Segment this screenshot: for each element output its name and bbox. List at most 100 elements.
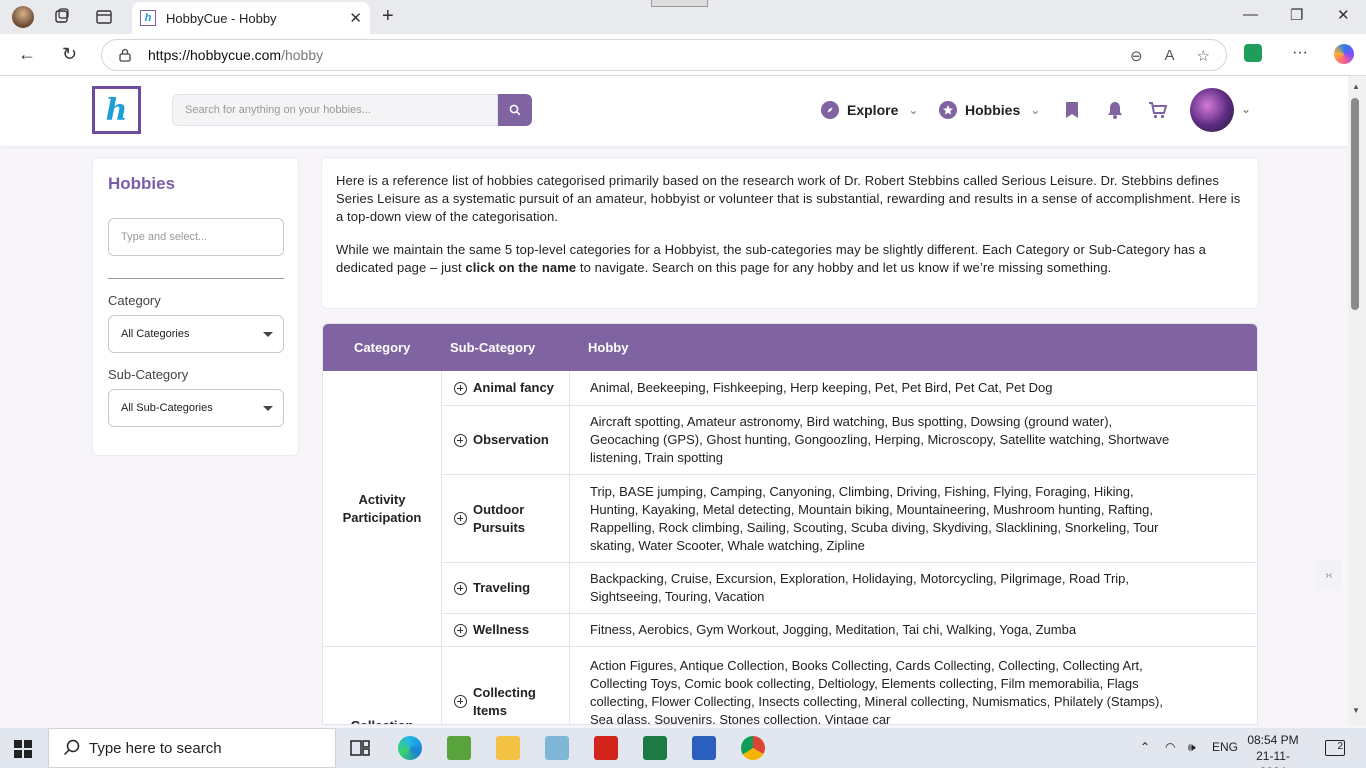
collapse-sidebar-icon[interactable]: ›‹ [1316, 560, 1342, 590]
chevron-down-icon: ⌄ [1030, 103, 1041, 117]
notification-bell-icon[interactable] [1105, 100, 1125, 120]
workspaces-icon[interactable] [53, 8, 71, 26]
windows-taskbar: Type here to search ⌃ ◠ 🕪 ENG 08:54 PM 2… [0, 728, 1366, 768]
back-icon[interactable]: ← [18, 44, 36, 65]
tab-title: HobbyCue - Hobby [166, 10, 277, 26]
copilot-icon[interactable] [1334, 44, 1354, 64]
taskbar-search-input[interactable]: Type here to search [48, 728, 336, 768]
category-activity-participation[interactable]: Activity Participation [323, 371, 442, 647]
nav-explore[interactable]: Explore ⌄ [821, 101, 918, 119]
nav-explore-label: Explore [847, 102, 899, 118]
browser-tab-active[interactable]: h HobbyCue - Hobby ✕ [132, 2, 370, 34]
notification-center-icon[interactable]: 2 [1325, 740, 1345, 756]
read-aloud-icon[interactable]: A [1165, 47, 1175, 65]
search-button[interactable] [498, 94, 532, 126]
expand-plus-icon[interactable] [454, 512, 467, 525]
windows-start-icon[interactable] [14, 740, 32, 758]
scrollbar-thumb[interactable] [1351, 98, 1359, 310]
subcategory-outdoor-pursuits[interactable]: Outdoor Pursuits [442, 475, 570, 563]
subcategory-collecting-items[interactable]: Collecting Items [442, 647, 570, 724]
expand-plus-icon[interactable] [454, 381, 467, 395]
subcategory-observation[interactable]: Observation [442, 406, 570, 475]
bookmark-icon[interactable] [1062, 100, 1082, 120]
cart-icon[interactable] [1148, 100, 1168, 120]
word-icon[interactable] [692, 736, 716, 760]
subcategory-traveling[interactable]: Traveling [442, 563, 570, 614]
hobby-list[interactable]: Trip, BASE jumping, Camping, Canyoning, … [590, 483, 1170, 555]
intro-panel: Here is a reference list of hobbies cate… [321, 157, 1259, 309]
browser-tab-bar: h HobbyCue - Hobby ✕ + — ❐ ✕ [0, 0, 1366, 34]
site-header: h Search for anything on your hobbies...… [0, 76, 1348, 146]
subcategory-select-value: All Sub-Categories [121, 402, 213, 414]
notepad-icon[interactable] [545, 736, 569, 760]
table-row: Animal, Beekeeping, Fishkeeping, Herp ke… [570, 371, 1257, 406]
zoom-icon[interactable]: ⊖ [1130, 47, 1143, 65]
hobby-list[interactable]: Aircraft spotting, Amateur astronomy, Bi… [590, 413, 1170, 467]
scroll-up-icon[interactable]: ▲ [1352, 82, 1360, 91]
file-explorer-icon[interactable] [496, 736, 520, 760]
category-collection[interactable]: Collection [323, 647, 442, 724]
expand-plus-icon[interactable] [454, 695, 467, 708]
subcategory-wellness[interactable]: Wellness [442, 614, 570, 647]
subcategory-select[interactable]: All Sub-Categories [108, 389, 284, 427]
page-scrollbar[interactable]: ▲ ▼ [1348, 76, 1366, 726]
edge-browser-icon[interactable] [398, 736, 422, 760]
lock-icon[interactable] [118, 48, 132, 62]
expand-plus-icon[interactable] [454, 433, 467, 447]
hobby-filter-input[interactable]: Type and select... [108, 218, 284, 256]
window-drag-handle[interactable] [651, 0, 708, 7]
hobby-list[interactable]: Action Figures, Antique Collection, Book… [590, 657, 1170, 724]
taskbar-clock[interactable]: 08:54 PM 21-11-2024 [1245, 732, 1301, 768]
intro-emphasis: click on the name [465, 260, 577, 275]
chevron-down-icon[interactable]: ⌄ [1241, 102, 1251, 116]
task-view-icon[interactable] [348, 736, 372, 760]
language-indicator[interactable]: ENG [1212, 740, 1238, 754]
url-path: /hobby [281, 47, 324, 63]
more-options-icon[interactable]: ··· [1292, 44, 1308, 62]
hobby-list[interactable]: Fitness, Aerobics, Gym Workout, Jogging,… [590, 621, 1076, 639]
subcategory-animal-fancy[interactable]: Animal fancy [442, 371, 570, 406]
table-row: Aircraft spotting, Amateur astronomy, Bi… [570, 406, 1257, 475]
url-field[interactable]: https://hobbycue.com/hobby ⊖ A ☆ [101, 39, 1227, 71]
network-icon[interactable]: ◠ [1165, 740, 1175, 754]
profile-avatar-icon[interactable] [12, 6, 34, 28]
subcategory-label: Collecting Items [473, 684, 536, 718]
site-search-input[interactable]: Search for anything on your hobbies... [172, 94, 498, 126]
hobby-list[interactable]: Backpacking, Cruise, Excursion, Explorat… [590, 570, 1170, 606]
hobbycue-favicon-icon: h [140, 10, 156, 26]
intro-paragraph-2: While we maintain the same 5 top-level c… [336, 241, 1244, 277]
browser-address-bar: ← ↻ https://hobbycue.com/hobby ⊖ A ☆ ··· [0, 34, 1366, 76]
chrome-icon[interactable] [741, 736, 765, 760]
hobby-table: Category Sub-Category Hobby Activity Par… [322, 323, 1258, 725]
category-label: Category [108, 293, 161, 308]
reload-icon[interactable]: ↻ [62, 44, 77, 65]
subcategory-label: Animal fancy [473, 380, 554, 395]
expand-plus-icon[interactable] [454, 623, 467, 637]
hobby-list[interactable]: Animal, Beekeeping, Fishkeeping, Herp ke… [590, 379, 1052, 397]
show-hidden-icons[interactable]: ⌃ [1140, 740, 1150, 754]
clock-time: 08:54 PM [1247, 733, 1299, 747]
scroll-down-icon[interactable]: ▼ [1352, 706, 1360, 715]
user-avatar[interactable] [1190, 88, 1234, 132]
excel-icon[interactable] [643, 736, 667, 760]
volume-icon[interactable]: 🕪 [1188, 740, 1196, 755]
extension-icon[interactable] [1244, 44, 1262, 62]
tab-actions-icon[interactable] [95, 8, 113, 26]
acrobat-reader-icon[interactable] [594, 736, 618, 760]
close-tab-icon[interactable]: ✕ [349, 9, 362, 27]
expand-plus-icon[interactable] [454, 581, 467, 595]
category-select[interactable]: All Categories [108, 315, 284, 353]
favorite-star-icon[interactable]: ☆ [1197, 47, 1210, 65]
minimize-icon[interactable]: — [1243, 6, 1258, 23]
table-row: Fitness, Aerobics, Gym Workout, Jogging,… [570, 614, 1257, 647]
restore-icon[interactable]: ❐ [1290, 6, 1303, 24]
new-tab-icon[interactable]: + [382, 5, 394, 28]
intro-text: to navigate. Search on this page for any… [576, 260, 1112, 275]
close-window-icon[interactable]: ✕ [1337, 6, 1350, 24]
subcategory-label: Traveling [473, 580, 531, 595]
url-host: https://hobbycue.com [148, 47, 282, 63]
nav-hobbies[interactable]: Hobbies ⌄ [939, 101, 1040, 119]
hobbycue-logo[interactable]: h [92, 86, 141, 134]
chart-app-icon[interactable] [447, 736, 471, 760]
intro-paragraph-1: Here is a reference list of hobbies cate… [336, 173, 1241, 224]
